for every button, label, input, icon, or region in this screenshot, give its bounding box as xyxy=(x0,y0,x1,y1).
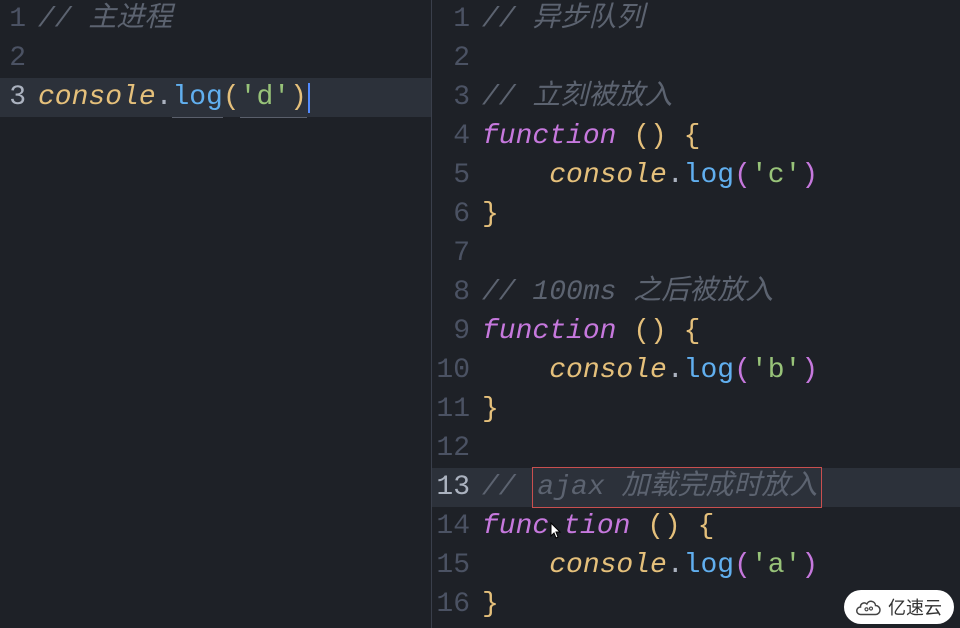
code-line[interactable]: 7 xyxy=(432,234,960,273)
code-line[interactable]: 13// ajax 加载完成时放入 xyxy=(432,468,960,507)
code-line[interactable]: 2 xyxy=(432,39,960,78)
line-content: function () { xyxy=(482,312,700,351)
code-line[interactable]: 15 console.log('a') xyxy=(432,546,960,585)
line-content: console.log('b') xyxy=(482,351,818,390)
code-line[interactable]: 1// 主进程 xyxy=(0,0,431,39)
line-number: 5 xyxy=(432,156,482,195)
line-number: 1 xyxy=(0,0,38,39)
line-content: } xyxy=(482,390,499,429)
editor-pane-left[interactable]: 1// 主进程23console.log('d') xyxy=(0,0,432,628)
line-content: // 异步队列 xyxy=(482,0,644,39)
line-number: 11 xyxy=(432,390,482,429)
line-content: function () { xyxy=(482,117,700,156)
line-content: } xyxy=(482,585,499,624)
line-number: 13 xyxy=(432,468,482,507)
line-number: 8 xyxy=(432,273,482,312)
line-number: 15 xyxy=(432,546,482,585)
line-number: 14 xyxy=(432,507,482,546)
line-number: 3 xyxy=(0,78,38,117)
line-content: // ajax 加载完成时放入 xyxy=(482,467,822,508)
line-number: 2 xyxy=(432,39,482,78)
code-line[interactable]: 5 console.log('c') xyxy=(432,156,960,195)
line-content: // 100ms 之后被放入 xyxy=(482,273,773,312)
line-number: 16 xyxy=(432,585,482,624)
line-number: 1 xyxy=(432,0,482,39)
code-line[interactable]: 14function () { xyxy=(432,507,960,546)
watermark-badge: 亿速云 xyxy=(844,590,954,624)
highlighted-selection: ajax 加载完成时放入 xyxy=(532,467,822,508)
line-content: console.log('c') xyxy=(482,156,818,195)
line-number: 12 xyxy=(432,429,482,468)
code-line[interactable]: 1// 异步队列 xyxy=(432,0,960,39)
line-content: console.log('a') xyxy=(482,546,818,585)
line-number: 4 xyxy=(432,117,482,156)
code-line[interactable]: 3console.log('d') xyxy=(0,78,431,117)
watermark-text: 亿速云 xyxy=(888,594,942,620)
line-number: 9 xyxy=(432,312,482,351)
code-line[interactable]: 6} xyxy=(432,195,960,234)
editor-pane-right[interactable]: 1// 异步队列23// 立刻被放入4function () {5 consol… xyxy=(432,0,960,628)
line-content: // 主进程 xyxy=(38,0,172,39)
line-content: // 立刻被放入 xyxy=(482,78,672,117)
line-number: 3 xyxy=(432,78,482,117)
code-line[interactable]: 3// 立刻被放入 xyxy=(432,78,960,117)
line-number: 6 xyxy=(432,195,482,234)
line-content: function () { xyxy=(482,507,714,546)
code-line[interactable]: 9function () { xyxy=(432,312,960,351)
line-content: } xyxy=(482,195,499,234)
code-line[interactable]: 10 console.log('b') xyxy=(432,351,960,390)
code-line[interactable]: 2 xyxy=(0,39,431,78)
code-line[interactable]: 4function () { xyxy=(432,117,960,156)
code-line[interactable]: 11} xyxy=(432,390,960,429)
code-line[interactable]: 12 xyxy=(432,429,960,468)
text-cursor xyxy=(308,83,310,113)
cloud-icon xyxy=(854,598,882,616)
mouse-cursor-icon xyxy=(549,522,563,540)
line-number: 2 xyxy=(0,39,38,78)
line-content: console.log('d') xyxy=(38,78,310,118)
code-line[interactable]: 8// 100ms 之后被放入 xyxy=(432,273,960,312)
line-number: 10 xyxy=(432,351,482,390)
line-number: 7 xyxy=(432,234,482,273)
